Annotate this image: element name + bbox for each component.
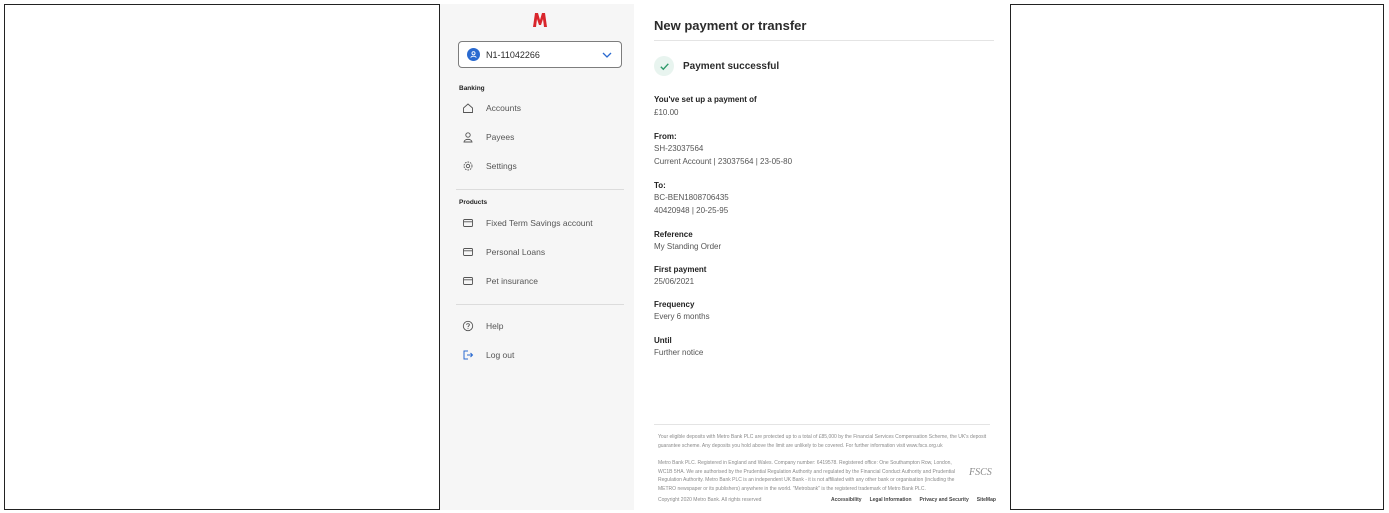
section-label-banking: Banking bbox=[459, 85, 485, 92]
legal-text-fscs: Your eligible deposits with Metro Bank P… bbox=[658, 434, 987, 449]
footer-link-sitemap[interactable]: SiteMap bbox=[977, 497, 996, 503]
to-label: To: bbox=[654, 181, 666, 190]
fscs-logo: FSCS bbox=[969, 467, 992, 478]
banking-app: N1-11042266 Banking Accounts Payees Sett… bbox=[440, 4, 1010, 510]
chevron-down-icon bbox=[602, 52, 612, 58]
left-panel bbox=[4, 4, 440, 510]
sidebar-item-logout[interactable]: Log out bbox=[462, 346, 514, 364]
sidebar-item-label: Payees bbox=[486, 132, 515, 142]
sidebar-item-fixed-term-savings[interactable]: Fixed Term Savings account bbox=[462, 214, 593, 232]
fscs-logo-text: FSCS bbox=[969, 467, 992, 478]
sidebar-item-settings[interactable]: Settings bbox=[462, 157, 517, 175]
help-icon bbox=[462, 320, 474, 332]
until-label: Until bbox=[654, 336, 672, 345]
footer-link-accessibility[interactable]: Accessibility bbox=[831, 497, 862, 503]
card-icon bbox=[462, 246, 474, 258]
footer-link-legal[interactable]: Legal Information bbox=[870, 497, 912, 503]
check-icon bbox=[654, 56, 674, 76]
copyright: Copyright 2020 Metro Bank. All rights re… bbox=[658, 497, 762, 503]
success-banner: Payment successful bbox=[654, 56, 779, 76]
from-detail: Current Account | 23037564 | 23-05-80 bbox=[654, 157, 793, 166]
amount-value: £10.00 bbox=[654, 108, 679, 117]
user-circle-icon bbox=[467, 48, 480, 61]
sidebar-item-label: Fixed Term Savings account bbox=[486, 218, 593, 228]
sidebar-item-help[interactable]: Help bbox=[462, 317, 503, 335]
until-value: Further notice bbox=[654, 348, 704, 357]
amount-label: You've set up a payment of bbox=[654, 95, 757, 104]
footer-links: Accessibility Legal Information Privacy … bbox=[831, 497, 996, 503]
to-detail: 40420948 | 20-25-95 bbox=[654, 206, 729, 215]
logout-icon bbox=[462, 349, 474, 361]
metro-bank-logo[interactable] bbox=[532, 12, 548, 28]
from-label: From: bbox=[654, 132, 677, 141]
sidebar-item-label: Settings bbox=[486, 161, 517, 171]
reference-label: Reference bbox=[654, 230, 693, 239]
main-content: New payment or transfer Payment successf… bbox=[634, 4, 1010, 510]
sidebar-item-pet-insurance[interactable]: Pet insurance bbox=[462, 272, 538, 290]
page-title: New payment or transfer bbox=[654, 18, 994, 41]
section-label-products: Products bbox=[459, 199, 488, 206]
footer-link-privacy[interactable]: Privacy and Security bbox=[920, 497, 969, 503]
card-icon bbox=[462, 217, 474, 229]
user-icon bbox=[462, 131, 474, 143]
to-name: BC-BEN1808706435 bbox=[654, 193, 729, 202]
sidebar-item-label: Help bbox=[486, 321, 504, 331]
divider bbox=[456, 189, 624, 190]
sidebar-item-accounts[interactable]: Accounts bbox=[462, 99, 521, 117]
frequency-label: Frequency bbox=[654, 300, 695, 309]
legal-text-company: Metro Bank PLC. Registered in England an… bbox=[658, 460, 956, 492]
sidebar-item-label: Accounts bbox=[486, 103, 521, 113]
from-name: SH-23037564 bbox=[654, 144, 704, 153]
account-selector[interactable]: N1-11042266 bbox=[458, 41, 622, 68]
success-message: Payment successful bbox=[683, 60, 780, 72]
gear-icon bbox=[462, 160, 474, 172]
divider bbox=[456, 304, 624, 305]
right-panel bbox=[1010, 4, 1384, 510]
sidebar-item-label: Log out bbox=[486, 350, 515, 360]
home-icon bbox=[462, 102, 474, 114]
card-icon bbox=[462, 275, 474, 287]
reference-value: My Standing Order bbox=[654, 242, 722, 251]
sidebar: N1-11042266 Banking Accounts Payees Sett… bbox=[440, 4, 634, 510]
sidebar-item-personal-loans[interactable]: Personal Loans bbox=[462, 243, 545, 261]
sidebar-item-label: Personal Loans bbox=[486, 247, 546, 257]
frequency-value: Every 6 months bbox=[654, 312, 710, 321]
first-payment-value: 25/06/2021 bbox=[654, 277, 695, 286]
sidebar-item-label: Pet insurance bbox=[486, 276, 538, 286]
account-number: N1-11042266 bbox=[486, 49, 540, 60]
first-payment-label: First payment bbox=[654, 265, 707, 274]
footer-divider bbox=[654, 424, 990, 425]
sidebar-item-payees[interactable]: Payees bbox=[462, 128, 514, 146]
